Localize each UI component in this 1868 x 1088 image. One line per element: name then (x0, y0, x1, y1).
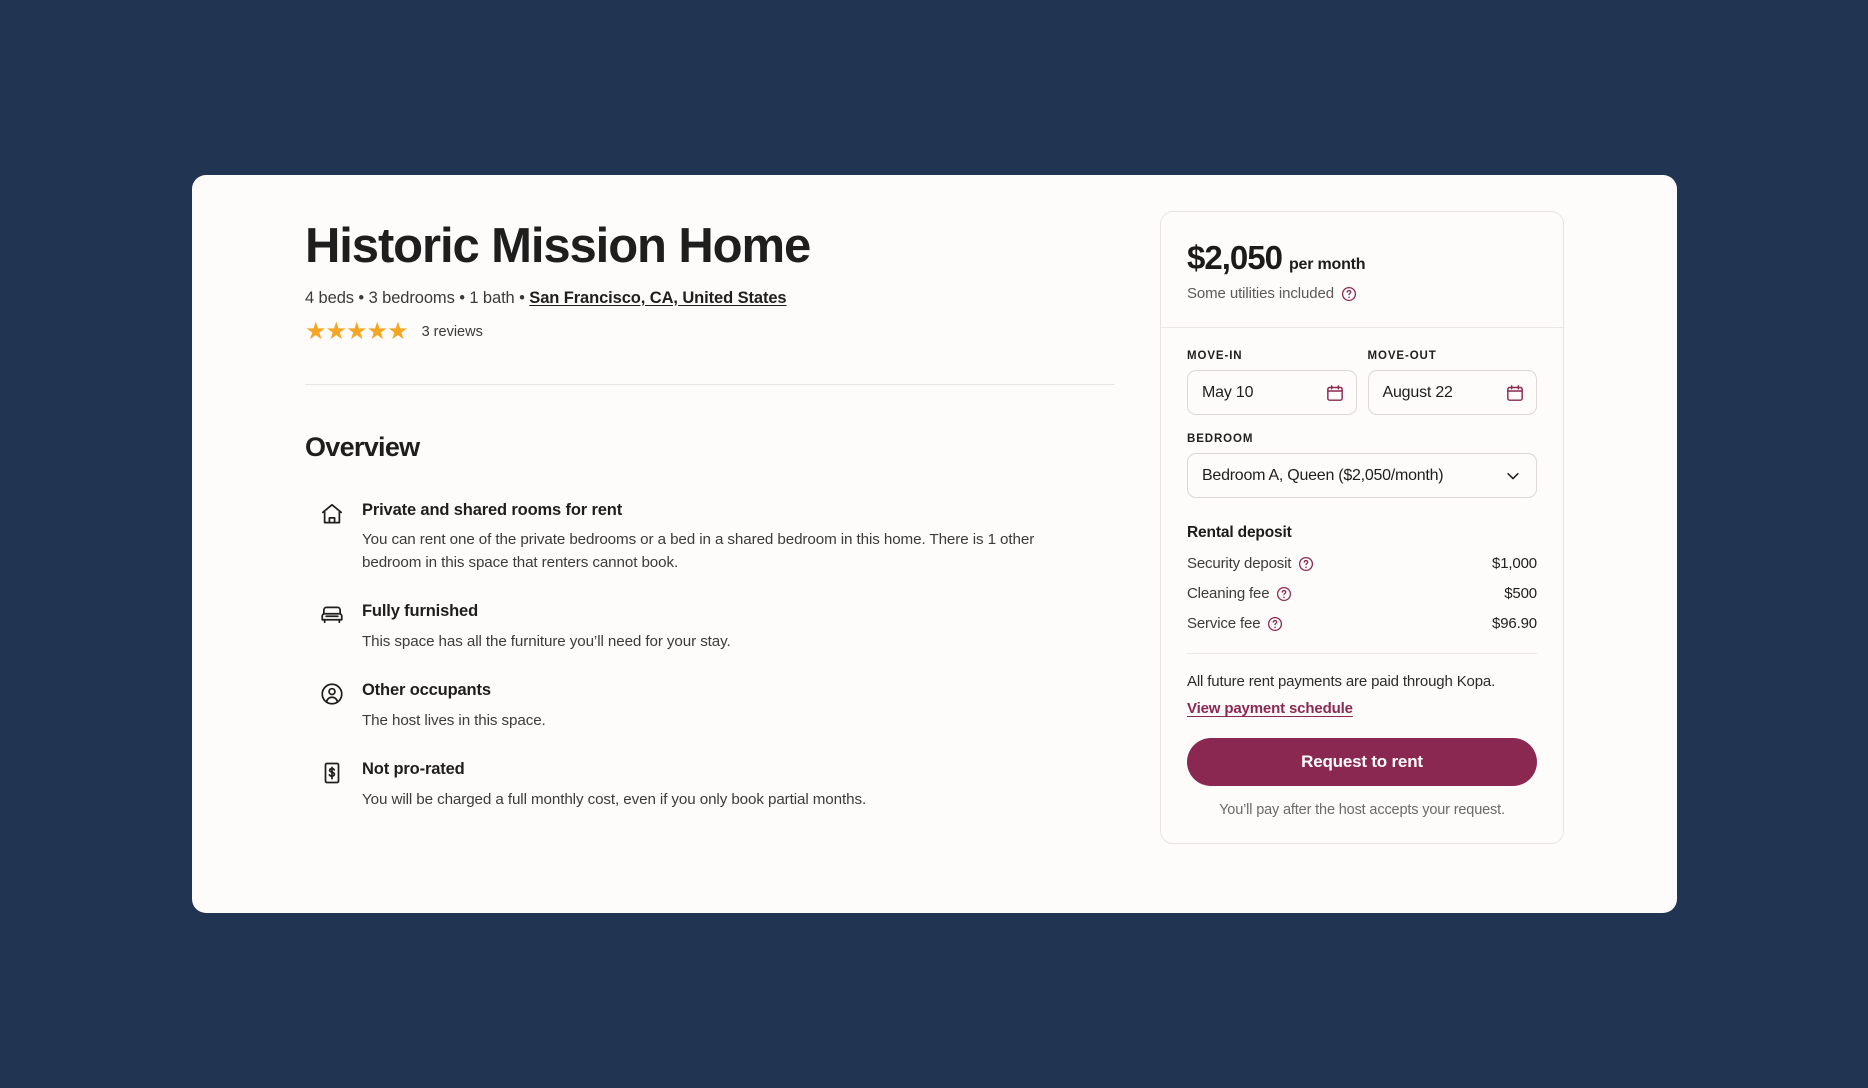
price-period: per month (1288, 256, 1366, 273)
bedroom-value: Bedroom A, Queen ($2,050/month) (1202, 466, 1444, 484)
listing-details-column: Historic Mission Home 4 beds • 3 bedroom… (305, 220, 1115, 811)
after-request-note: You’ll pay after the host accepts your r… (1219, 802, 1505, 818)
armchair-icon (319, 602, 345, 628)
fee-value: $96.90 (1492, 615, 1537, 632)
fee-label-group: Security deposit (1187, 555, 1314, 572)
help-icon[interactable] (1276, 586, 1292, 602)
feature-description: You will be charged a full monthly cost,… (362, 790, 867, 808)
overview-feature-list: Private and shared rooms for rent You ca… (305, 500, 1115, 811)
fee-label: Cleaning fee (1187, 585, 1270, 602)
dates-row: MOVE-IN May 10 MOVE-OUT August 22 (1187, 350, 1537, 415)
utilities-label: Some utilities included (1187, 285, 1334, 302)
utilities-note: Some utilities included (1187, 285, 1537, 302)
payment-note: All future rent payments are paid throug… (1187, 673, 1496, 690)
person-circle-icon (319, 681, 345, 707)
house-icon (319, 501, 345, 527)
bedroom-select[interactable]: Bedroom A, Queen ($2,050/month) (1187, 453, 1537, 498)
fee-label-group: Cleaning fee (1187, 585, 1292, 602)
list-item: Private and shared rooms for rent You ca… (319, 500, 1115, 574)
help-icon[interactable] (1341, 286, 1357, 302)
help-icon[interactable] (1298, 556, 1314, 572)
moveout-input[interactable]: August 22 (1367, 370, 1537, 415)
fee-value: $500 (1504, 585, 1537, 602)
booking-card: $2,050 per month Some utilities included… (1160, 211, 1564, 844)
movein-value: May 10 (1202, 383, 1254, 401)
bedroom-label: BEDROOM (1187, 433, 1254, 445)
overview-heading: Overview (305, 431, 420, 462)
price-block: $2,050 per month Some utilities included (1161, 212, 1563, 328)
feature-description: You can rent one of the private bedrooms… (362, 531, 1035, 571)
section-divider (305, 383, 1115, 385)
star-rating-icon: ★★★★★ (305, 317, 409, 345)
chevron-down-icon[interactable] (1504, 467, 1522, 485)
dollar-bill-icon (319, 760, 345, 786)
listing-meta: 4 beds • 3 bedrooms • 1 bath • San Franc… (305, 289, 1115, 308)
list-item: Other occupants The host lives in this s… (319, 680, 1115, 732)
bedroom-field: BEDROOM Bedroom A, Queen ($2,050/month) (1187, 433, 1537, 498)
page-title: Historic Mission Home (305, 219, 811, 273)
moveout-label: MOVE-OUT (1367, 350, 1437, 362)
calendar-icon[interactable] (1505, 383, 1525, 403)
reviews-count[interactable]: 3 reviews (422, 324, 483, 340)
listing-specs: 4 beds • 3 bedrooms • 1 bath • (305, 288, 530, 307)
table-row: Cleaning fee $500 (1187, 585, 1537, 602)
feature-title: Fully furnished (362, 602, 479, 621)
moveout-value: August 22 (1382, 383, 1453, 401)
table-row: Security deposit $1,000 (1187, 555, 1537, 572)
feature-description: This space has all the furniture you’ll … (362, 632, 731, 650)
list-item: Not pro-rated You will be charged a full… (319, 759, 1115, 811)
movein-input[interactable]: May 10 (1187, 370, 1357, 415)
list-item: Fully furnished This space has all the f… (319, 601, 1115, 653)
feature-description: The host lives in this space. (362, 711, 546, 729)
card-divider (1187, 653, 1537, 654)
help-icon[interactable] (1267, 616, 1283, 632)
table-row: Service fee $96.90 (1187, 615, 1537, 632)
request-to-rent-button[interactable]: Request to rent (1187, 738, 1537, 786)
listing-page-card: Historic Mission Home 4 beds • 3 bedroom… (192, 175, 1677, 913)
booking-body: MOVE-IN May 10 MOVE-OUT August 22 BEDROO… (1161, 328, 1563, 843)
movein-label: MOVE-IN (1187, 350, 1243, 362)
feature-title: Private and shared rooms for rent (362, 500, 623, 519)
listing-location-link[interactable]: San Francisco, CA, United States (529, 289, 786, 307)
movein-field: MOVE-IN May 10 (1187, 350, 1357, 415)
feature-title: Other occupants (362, 681, 491, 700)
price-line: $2,050 per month (1187, 239, 1537, 277)
calendar-icon[interactable] (1325, 383, 1345, 403)
price-amount: $2,050 (1187, 239, 1283, 276)
fee-label-group: Service fee (1187, 615, 1283, 632)
view-payment-schedule-link[interactable]: View payment schedule (1187, 700, 1353, 717)
deposit-heading: Rental deposit (1187, 524, 1292, 541)
rating-row: ★★★★★ 3 reviews (305, 317, 1115, 345)
moveout-field: MOVE-OUT August 22 (1367, 350, 1537, 415)
fee-label: Service fee (1187, 615, 1261, 632)
fee-label: Security deposit (1187, 555, 1292, 572)
fee-value: $1,000 (1492, 555, 1537, 572)
feature-title: Not pro-rated (362, 760, 465, 779)
